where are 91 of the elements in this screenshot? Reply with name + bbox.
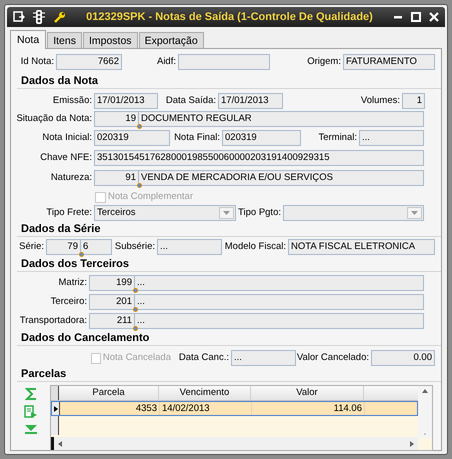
current-row-icon bbox=[54, 406, 58, 412]
text-field[interactable]: NOTA FISCAL ELETRONICA bbox=[288, 239, 435, 255]
text-field[interactable]: 020319 bbox=[222, 130, 301, 146]
lookup-icon[interactable] bbox=[133, 326, 138, 331]
tab[interactable]: Itens bbox=[47, 32, 82, 48]
field-label: Origem: bbox=[307, 55, 341, 69]
scroll-up-icon[interactable] bbox=[422, 389, 428, 393]
section-heading: Dados do Cancelamento bbox=[21, 332, 150, 344]
field-label: Chave NFE: bbox=[40, 151, 92, 165]
maximize-icon[interactable] bbox=[411, 12, 421, 22]
section-heading: Dados da Nota bbox=[21, 75, 98, 87]
value-text: DOCUMENTO REGULAR bbox=[140, 112, 252, 126]
text-field[interactable]: ... bbox=[359, 130, 424, 146]
close-icon[interactable] bbox=[429, 12, 439, 22]
field-label: Terceiro: bbox=[50, 295, 87, 309]
field-label: Série: bbox=[19, 240, 44, 254]
section-heading: Dados dos Terceiros bbox=[21, 258, 129, 270]
text-field[interactable]: 0.00 bbox=[371, 350, 435, 366]
tab[interactable]: Nota bbox=[10, 30, 46, 49]
section-heading: Dados da Série bbox=[21, 223, 100, 235]
table-row[interactable]: 4353 14/02/2013 114.06 bbox=[51, 401, 418, 416]
field-label: Tipo Pgto: bbox=[238, 206, 281, 220]
lookup-field[interactable]: 79 6 bbox=[46, 239, 112, 255]
text-field[interactable]: 1 bbox=[402, 93, 425, 109]
text-field[interactable]: ... bbox=[157, 239, 222, 255]
value-text: ... bbox=[136, 314, 145, 328]
window-title: 012329SPK - Notas de Saída (1-Controle De Qualidade) bbox=[85, 10, 374, 24]
dropdown[interactable]: Terceiros bbox=[94, 205, 236, 221]
vertical-scrollbar[interactable] bbox=[418, 386, 432, 438]
field-label: Data Saída: bbox=[166, 94, 216, 108]
scroll-left-icon[interactable] bbox=[58, 440, 62, 446]
checkbox-label: Nota Complementar bbox=[108, 190, 194, 204]
field-label: Emissão: bbox=[52, 94, 92, 108]
field-label: Volumes: bbox=[360, 94, 400, 108]
lookup-field[interactable]: 211 ... bbox=[89, 313, 424, 329]
field-label: Data Canc.: bbox=[178, 351, 229, 365]
column-header[interactable]: Parcela bbox=[59, 386, 159, 400]
text-field[interactable] bbox=[178, 54, 270, 70]
field-label: Valor Cancelado: bbox=[296, 351, 369, 365]
table-cell: 114.06 bbox=[252, 402, 365, 415]
lookup-icon[interactable] bbox=[137, 124, 142, 129]
field-label: Tipo Frete: bbox=[46, 206, 92, 220]
dropdown[interactable] bbox=[283, 205, 424, 221]
field-label: Nota Final: bbox=[174, 131, 220, 145]
value-text: ... bbox=[136, 276, 145, 290]
text-field[interactable]: FATURAMENTO bbox=[343, 54, 435, 70]
tab[interactable]: Impostos bbox=[82, 32, 138, 48]
checkbox-label: Nota Cancelada bbox=[102, 351, 171, 365]
field-label: Matriz: bbox=[58, 276, 87, 290]
move-last-icon[interactable] bbox=[24, 424, 38, 435]
field-label: Terminal: bbox=[318, 131, 357, 145]
field-label: Subsérie: bbox=[114, 240, 155, 254]
field-label: Situação da Nota: bbox=[16, 112, 92, 126]
lookup-field[interactable]: 91 VENDA DE MERCADORIA E/OU SERVIÇOS bbox=[94, 170, 424, 186]
field-label: Transportadora: bbox=[20, 314, 87, 328]
lookup-field[interactable]: 199 ... bbox=[89, 275, 424, 291]
field-label: Id Nota: bbox=[20, 55, 54, 69]
window-menu-icon[interactable] bbox=[13, 11, 25, 23]
dropdown-value: Terceiros bbox=[97, 206, 136, 220]
lookup-field[interactable]: 19 DOCUMENTO REGULAR bbox=[94, 111, 424, 127]
tab[interactable]: Exportação bbox=[138, 32, 204, 48]
document-arrow-icon[interactable] bbox=[24, 405, 38, 419]
column-header[interactable]: Valor bbox=[251, 386, 364, 400]
text-field[interactable]: 7662 bbox=[56, 54, 122, 70]
lookup-field[interactable]: 201 ... bbox=[89, 294, 424, 310]
field-label: Aidf: bbox=[156, 55, 176, 69]
field-label: Natureza: bbox=[50, 171, 92, 185]
scroll-dot-icon bbox=[424, 433, 426, 435]
table-cell: 4353 bbox=[60, 402, 160, 415]
text-field[interactable]: 17/01/2013 bbox=[218, 93, 283, 109]
field-label: Nota Inicial: bbox=[42, 131, 92, 145]
traffic-light-icon[interactable] bbox=[33, 10, 45, 24]
section-heading: Parcelas bbox=[21, 368, 66, 380]
lookup-icon[interactable] bbox=[133, 288, 138, 293]
text-field[interactable]: 35130154517628000198550060000203191400929315 bbox=[94, 150, 424, 166]
lookup-icon[interactable] bbox=[137, 183, 142, 188]
value-text: 6 bbox=[82, 240, 88, 254]
row-indicator bbox=[51, 386, 59, 400]
value-text: VENDA DE MERCADORIA E/OU SERVIÇOS bbox=[140, 171, 333, 185]
text-field[interactable]: ... bbox=[231, 350, 296, 366]
text-field[interactable]: 020319 bbox=[94, 130, 170, 146]
lookup-icon[interactable] bbox=[79, 252, 84, 257]
scroll-right-icon[interactable] bbox=[410, 440, 414, 446]
table-cell: 14/02/2013 bbox=[160, 402, 252, 415]
sum-icon[interactable] bbox=[24, 388, 36, 400]
text-field[interactable]: 17/01/2013 bbox=[94, 93, 158, 109]
value-text: ... bbox=[136, 295, 145, 309]
column-header[interactable]: Vencimento bbox=[159, 386, 251, 400]
field-label: Modelo Fiscal: bbox=[224, 240, 286, 254]
lookup-icon[interactable] bbox=[133, 307, 138, 312]
horizontal-scrollbar[interactable] bbox=[51, 437, 418, 450]
